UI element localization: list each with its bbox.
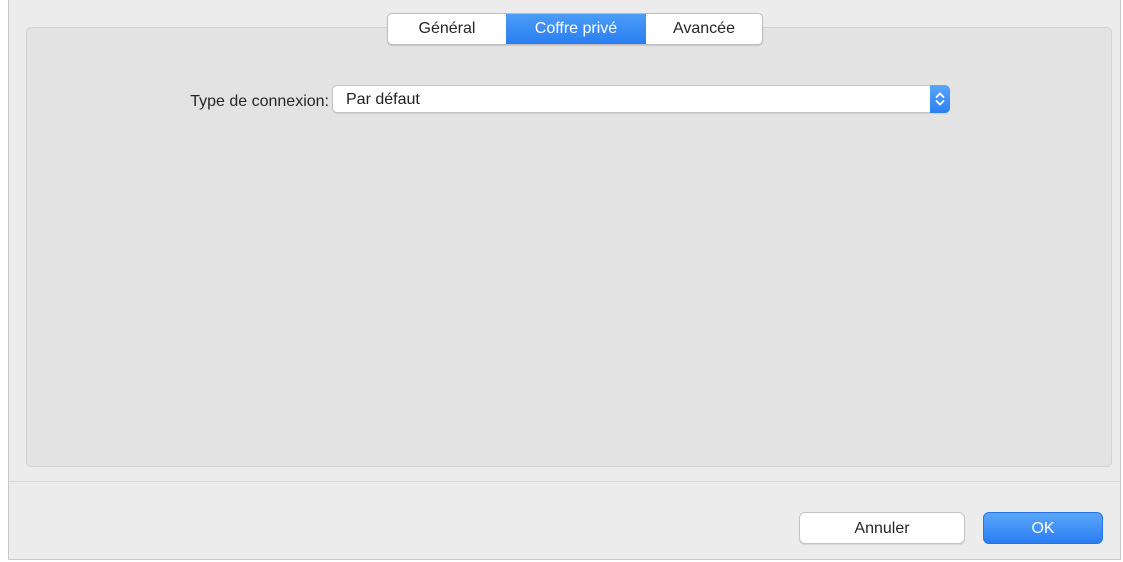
tab-general[interactable]: Général — [388, 14, 506, 44]
tab-bar: Général Coffre privé Avancée — [387, 13, 763, 45]
ok-button[interactable]: OK — [983, 512, 1103, 544]
tab-coffre-prive[interactable]: Coffre privé — [506, 14, 646, 44]
tab-avancee[interactable]: Avancée — [646, 14, 762, 44]
dialog-window: Général Coffre privé Avancée Type de con… — [8, 0, 1121, 560]
connection-type-select[interactable]: Par défaut — [332, 85, 950, 113]
footer-divider — [9, 481, 1120, 482]
connection-type-value: Par défaut — [346, 91, 420, 108]
connection-type-label: Type de connexion: — [190, 93, 329, 110]
cancel-button[interactable]: Annuler — [799, 512, 965, 544]
chevron-up-down-icon — [930, 85, 950, 113]
